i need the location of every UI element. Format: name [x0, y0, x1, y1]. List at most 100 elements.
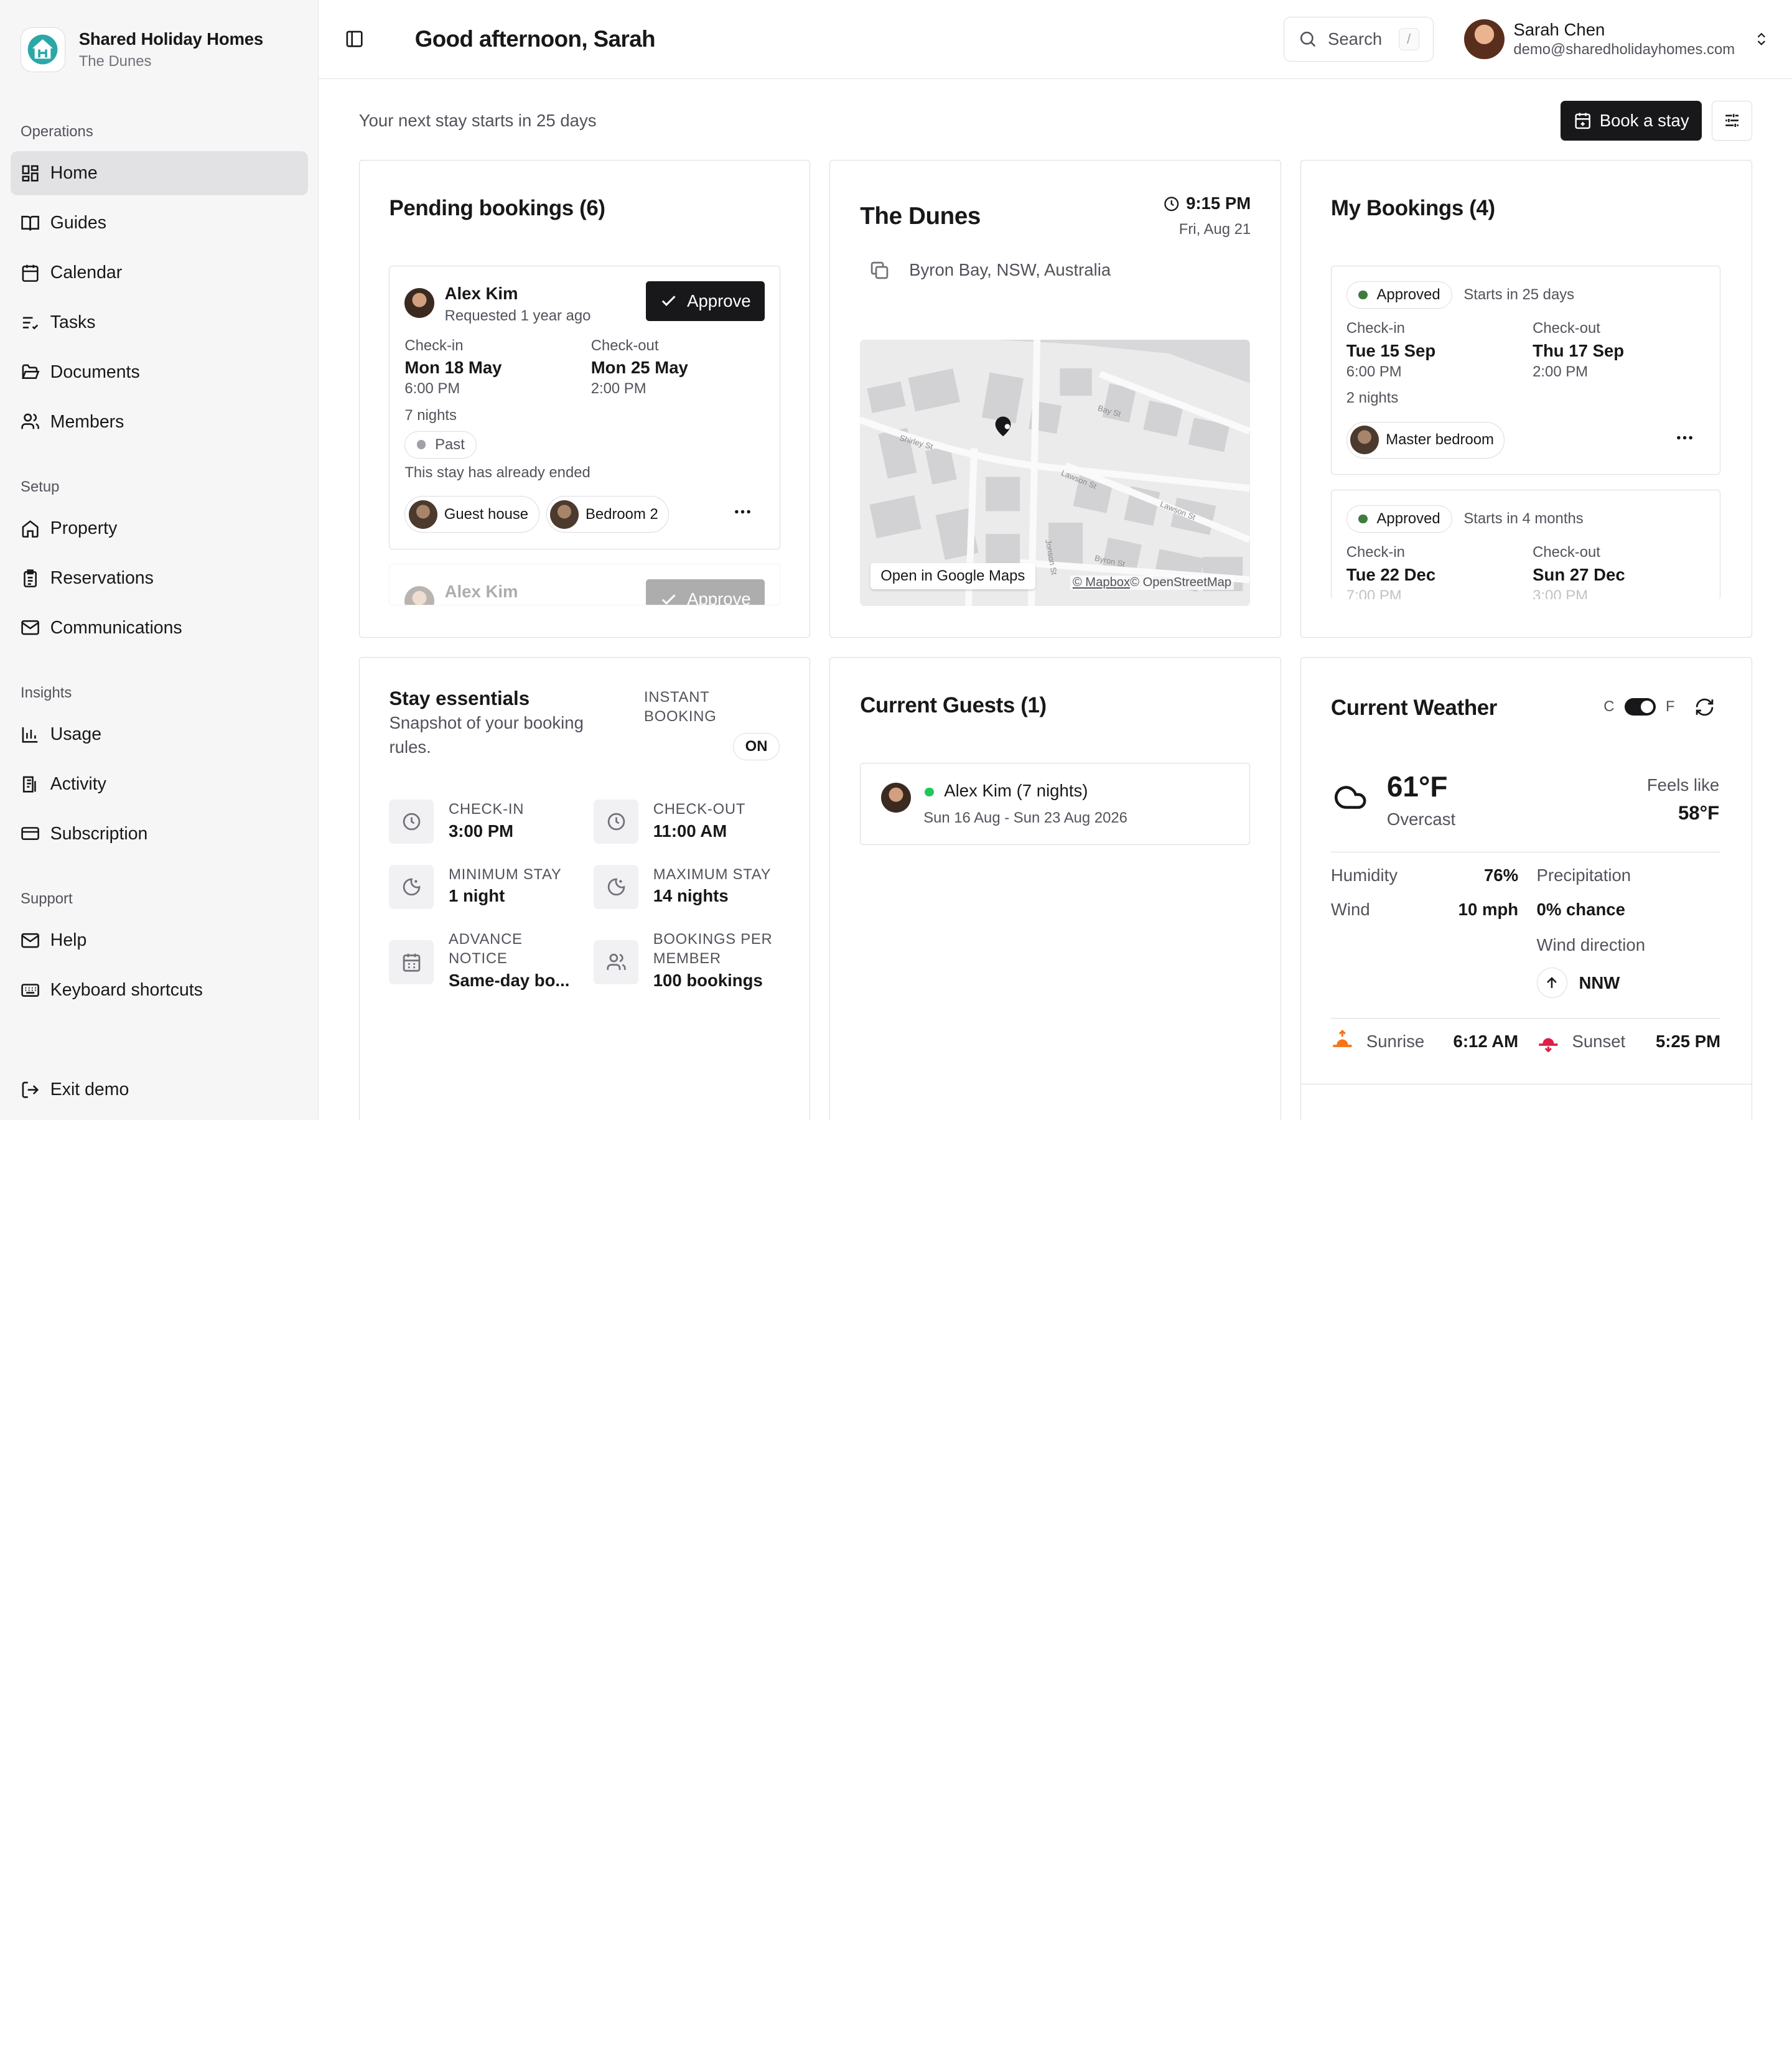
booking-item[interactable]: Approved Starts in 4 months Check-in Tue…	[1330, 490, 1721, 600]
more-horizontal-icon	[1676, 436, 1692, 440]
rule-maximum-stay: MAXIMUM STAY 14 nights	[594, 864, 788, 910]
wind-direction: NNW	[1536, 967, 1620, 999]
sunrise-value: 6:12 AM	[1453, 1031, 1519, 1051]
brand[interactable]: Shared Holiday Homes The Dunes	[0, 0, 318, 72]
users-icon	[594, 940, 638, 985]
checkout-label: Check-out	[590, 337, 659, 354]
sidebar-item-calendar[interactable]: Calendar	[11, 251, 308, 296]
booking-requested-time: Requested 1 year ago	[444, 307, 591, 325]
sidebar-item-help[interactable]: Help	[11, 918, 308, 963]
approve-label: Approve	[687, 291, 751, 311]
checkin-block: Check-in Mon 18 May 6:00 PM	[404, 337, 502, 398]
sidebar-item-subscription[interactable]: Subscription	[11, 811, 308, 856]
approve-label: Approve	[687, 589, 751, 605]
rule-checkin: CHECK-IN 3:00 PM	[389, 799, 572, 844]
sidebar-item-members[interactable]: Members	[11, 399, 308, 444]
customize-button[interactable]	[1712, 100, 1752, 141]
booking-item[interactable]: Alex Kim Requested 1 year ago Approve Ch…	[389, 266, 780, 549]
guest-item[interactable]: Alex Kim (7 nights) Sun 16 Aug - Sun 23 …	[860, 763, 1250, 846]
check-icon	[661, 296, 676, 307]
sidebar-item-property[interactable]: Property	[11, 506, 308, 551]
instant-booking-label: INSTANT BOOKING	[644, 688, 717, 725]
room-chip[interactable]: Bedroom 2	[546, 496, 670, 533]
sidebar-item-shortcuts[interactable]: Keyboard shortcuts	[11, 968, 308, 1012]
sidebar-item-reservations[interactable]: Reservations	[11, 556, 308, 600]
local-time: 9:15 PM	[1163, 194, 1251, 213]
property-card: The Dunes 9:15 PM Fri, Aug 21 Byron Bay,…	[829, 160, 1281, 638]
sidebar-item-usage[interactable]: Usage	[11, 712, 308, 757]
keyboard-icon	[21, 983, 39, 997]
checkin-block: Check-in Tue 15 Sep 6:00 PM	[1346, 320, 1435, 380]
book-open-icon	[21, 215, 39, 231]
log-out-icon	[22, 1081, 39, 1098]
book-stay-button[interactable]: Book a stay	[1561, 100, 1702, 141]
room-chip[interactable]: Master bedroom	[1346, 421, 1505, 459]
checkin-date: Tue 22 Dec	[1346, 564, 1436, 584]
avatar	[881, 783, 911, 813]
checkin-time: 7:00 PM	[1346, 587, 1402, 600]
booking-status-row: Approved Starts in 4 months	[1346, 505, 1584, 533]
more-options-button[interactable]	[732, 501, 753, 527]
open-google-maps-button[interactable]: Open in Google Maps	[870, 562, 1035, 590]
home-icon	[22, 520, 39, 538]
sidebar-item-tasks[interactable]: Tasks	[11, 300, 308, 345]
panel-left-icon	[346, 30, 363, 47]
sidebar-item-label: Subscription	[50, 823, 148, 844]
card-title: Pending bookings (6)	[389, 196, 605, 221]
sunset-label: Sunset	[1572, 1031, 1626, 1051]
bar-chart-icon	[22, 727, 38, 743]
sidebar-item-guides[interactable]: Guides	[11, 201, 308, 246]
sidebar-item-activity[interactable]: Activity	[11, 762, 308, 806]
brand-property: The Dunes	[78, 52, 152, 70]
toggle-sidebar-button[interactable]	[342, 27, 366, 52]
sidebar-item-label: Calendar	[50, 262, 123, 282]
room-chip[interactable]: Guest house	[404, 496, 539, 533]
sidebar-item-exit-demo[interactable]: Exit demo	[11, 1067, 308, 1112]
more-options-button[interactable]	[1674, 427, 1695, 453]
moon-icon	[594, 864, 638, 910]
house-logo-icon	[27, 35, 58, 65]
mapbox-attribution-link[interactable]: © Mapbox	[1073, 576, 1130, 589]
checkin-date: Tue 15 Sep	[1346, 340, 1436, 360]
rule-minimum-stay: MINIMUM STAY 1 night	[389, 864, 583, 910]
sidebar-item-documents[interactable]: Documents	[11, 350, 308, 394]
wind-direction-label: Wind direction	[1536, 935, 1646, 955]
unit-toggle[interactable]	[1624, 698, 1656, 716]
room-chip-label: Master bedroom	[1386, 431, 1494, 449]
pending-bookings-card: Pending bookings (6) Alex Kim Requested …	[358, 160, 811, 638]
rule-label: MINIMUM STAY	[448, 865, 562, 883]
sunrise-icon	[1333, 1029, 1352, 1047]
moon-icon	[389, 864, 434, 910]
checkout-time: 2:00 PM	[590, 380, 646, 398]
my-bookings-card: My Bookings (4) Approved Starts in 25 da…	[1300, 160, 1752, 638]
status-label: Past	[435, 436, 465, 453]
sidebar-item-label: Tasks	[50, 312, 96, 332]
card-subtitle: Snapshot of your booking rules.	[389, 713, 584, 757]
booking-nights: 7 nights	[404, 407, 457, 424]
weather-card: Current Weather C F 61°F Overcast Feels …	[1300, 657, 1752, 1120]
map[interactable]: Shirley St Bay St Lawson St Lawson St By…	[860, 340, 1250, 607]
booking-item[interactable]: Approved Starts in 25 days Check-in Tue …	[1330, 266, 1721, 475]
brand-name: Shared Holiday Homes	[78, 29, 264, 49]
rule-label: ADVANCE NOTICE	[448, 931, 523, 968]
sidebar-item-label: Activity	[50, 773, 106, 794]
room-chip-label: Guest house	[444, 505, 529, 523]
search-button[interactable]: Search /	[1284, 17, 1434, 62]
rule-value: Same-day bo...	[448, 971, 570, 991]
approve-button[interactable]: Approve	[646, 281, 765, 322]
approve-button[interactable]: Approve	[646, 579, 765, 605]
sidebar-item-communications[interactable]: Communications	[11, 605, 308, 650]
sidebar-item-label: Home	[50, 163, 98, 184]
sidebar-item-home[interactable]: Home	[10, 151, 308, 196]
brand-logo	[21, 27, 65, 72]
local-time-value: 9:15 PM	[1186, 194, 1251, 213]
booking-item[interactable]: Alex Kim Approve	[389, 564, 780, 605]
checkout-label: Check-out	[1533, 544, 1600, 561]
property-location[interactable]: Byron Bay, NSW, Australia	[869, 260, 1111, 281]
instant-booking-toggle[interactable]: ON	[733, 733, 780, 761]
rule-value: 3:00 PM	[448, 821, 514, 841]
checkout-time: 3:00 PM	[1533, 587, 1589, 600]
user-menu[interactable]: Sarah Chen demo@sharedholidayhomes.com	[1464, 19, 1769, 59]
calendar-icon	[389, 940, 434, 985]
rule-label: BOOKINGS PER MEMBER	[653, 931, 773, 968]
